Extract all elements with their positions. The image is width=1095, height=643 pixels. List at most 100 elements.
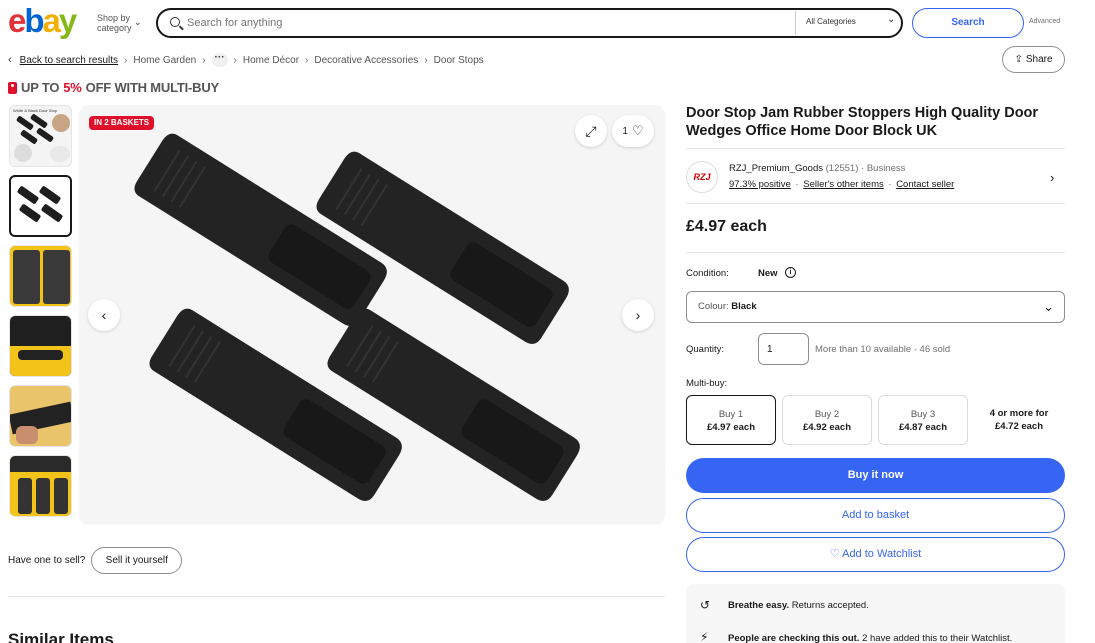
quantity-input[interactable] [758, 333, 809, 365]
multibuy-qty: Buy 1 [718, 409, 744, 420]
condition-value: New [758, 268, 778, 279]
multibuy-label: Multi-buy: [686, 378, 728, 389]
breadcrumb-item[interactable]: Home Décor [243, 55, 299, 66]
divider [8, 596, 665, 597]
chevron-right-icon: › [305, 54, 309, 66]
multibuy-qty: 4 or more for [989, 408, 1049, 419]
chevron-left-icon: ‹ [101, 307, 107, 323]
chevron-right-icon: › [424, 54, 428, 66]
price-tag-icon [8, 81, 17, 94]
colour-select[interactable]: Colour: Black ⌄ [686, 291, 1065, 323]
seller-links: 97.3% positive · Seller's other items · … [729, 179, 954, 190]
chevron-down-icon: ⌄ [1043, 299, 1054, 314]
door-stops-image [134, 133, 580, 501]
quantity-availability: More than 10 available · 46 sold [815, 344, 951, 355]
thumbnail-6[interactable] [9, 455, 72, 517]
quantity-label: Quantity: [686, 344, 725, 355]
chevron-right-icon: › [635, 307, 641, 323]
thumbnail-4[interactable] [9, 315, 72, 377]
divider [686, 203, 1065, 204]
share-label: Share [1025, 54, 1053, 65]
search-bar: All Categories ⌄ [156, 8, 903, 38]
breadcrumb-item[interactable]: Door Stops [434, 55, 484, 66]
share-icon: ⇪ [1014, 54, 1023, 65]
logo-a: a [42, 2, 61, 39]
chevron-right-icon: › [202, 54, 206, 66]
divider [686, 252, 1065, 253]
return-arrow-icon: ↺ [700, 598, 711, 612]
chevron-right-icon[interactable]: › [1050, 170, 1054, 185]
thumbnail-2[interactable] [9, 175, 72, 237]
breadcrumb-item[interactable]: Home Garden [133, 55, 196, 66]
seller-name[interactable]: RZJ_Premium_Goods [729, 163, 823, 174]
chevron-right-icon: › [233, 54, 237, 66]
multibuy-qty: Buy 3 [910, 409, 936, 420]
logo-y: y [58, 2, 77, 39]
add-to-basket-button[interactable]: Add to basket [686, 498, 1065, 533]
checking-rest: 2 have added this to their Watchlist. [859, 633, 1013, 643]
thumbnail-5[interactable] [9, 385, 72, 447]
promo-banner: UP TO 5% OFF WITH MULTI-BUY [8, 80, 219, 95]
watch-heart-button[interactable]: 1 ♡ [612, 115, 654, 147]
thumbnail-1[interactable]: White & Black Door Stop [9, 105, 72, 167]
chevron-left-icon[interactable]: ‹ [8, 54, 12, 66]
condition-label: Condition: [686, 268, 729, 279]
shop-by-line1: Shop by [97, 13, 131, 23]
sell-prompt: Have one to sell? [8, 555, 86, 566]
promo-prefix: UP TO [21, 80, 60, 95]
info-icon[interactable]: i [785, 267, 796, 278]
returns-rest: Returns accepted. [789, 600, 869, 611]
sell-it-yourself-button[interactable]: Sell it yourself [91, 547, 183, 574]
separator-dot: · [795, 179, 799, 190]
multibuy-option[interactable]: Buy 2 £4.92 each [782, 395, 872, 445]
promo-percent: 5% [63, 80, 82, 95]
ebay-logo[interactable]: ebay [8, 2, 77, 39]
breadcrumb-more-button[interactable]: ··· [211, 53, 228, 67]
advanced-search-link[interactable]: Advanced [1029, 18, 1060, 25]
thumbnail-strip: White & Black Door Stop [9, 105, 73, 525]
colour-label: Colour: [698, 301, 729, 312]
thumbnail-3[interactable] [9, 245, 72, 307]
chevron-right-icon: › [124, 54, 128, 66]
main-product-image[interactable]: IN 2 BASKETS ⤢ 1 ♡ ‹ › [79, 105, 665, 525]
contact-seller-link[interactable]: Contact seller [896, 179, 954, 190]
shop-by-line2: category [97, 23, 132, 33]
seller-other-items-link[interactable]: Seller's other items [803, 179, 883, 190]
search-input[interactable] [187, 14, 787, 32]
shop-by-category[interactable]: Shop by category [97, 13, 132, 33]
watch-count: 1 [622, 125, 628, 137]
multibuy-option[interactable]: Buy 1 £4.97 each [686, 395, 776, 445]
seller-avatar[interactable]: RZJ [686, 161, 718, 193]
add-to-watchlist-button[interactable]: ♡ Add to Watchlist [686, 537, 1065, 572]
colour-value: Black [731, 301, 757, 312]
seller-info: RZJ_Premium_Goods (12551) · Business [729, 163, 905, 174]
multibuy-qty: Buy 2 [814, 409, 840, 420]
seller-positive-link[interactable]: 97.3% positive [729, 179, 791, 190]
search-button[interactable]: Search [912, 8, 1024, 38]
multibuy-price: £4.87 each [898, 422, 948, 433]
multibuy-price: £4.92 each [802, 422, 852, 433]
price: £4.97 each [686, 218, 767, 235]
breadcrumb-item[interactable]: Decorative Accessories [314, 55, 418, 66]
category-select[interactable]: All Categories [806, 17, 856, 26]
chevron-down-icon: ⌄ [134, 17, 142, 27]
chevron-down-icon: ⌄ [887, 14, 896, 25]
thumbnail-caption: White & Black Door Stop [13, 108, 58, 113]
back-to-search-link[interactable]: Back to search results [20, 55, 118, 66]
multibuy-option[interactable]: Buy 3 £4.87 each [878, 395, 968, 445]
multibuy-option[interactable]: 4 or more for £4.72 each [974, 395, 1064, 445]
in-baskets-badge: IN 2 BASKETS [89, 116, 155, 130]
checking-bold: People are checking this out. [728, 633, 860, 643]
multibuy-price: £4.72 each [994, 421, 1044, 432]
prev-image-button[interactable]: ‹ [88, 299, 120, 331]
lightning-icon: ⚡ [700, 630, 709, 643]
next-image-button[interactable]: › [622, 299, 654, 331]
divider [795, 11, 796, 35]
expand-image-button[interactable]: ⤢ [575, 115, 607, 147]
share-button[interactable]: ⇪ Share [1002, 46, 1065, 73]
info-box: ↺ Breathe easy. Returns accepted. ⚡ Peop… [686, 584, 1065, 643]
search-icon [170, 17, 180, 27]
divider [686, 148, 1065, 149]
buy-it-now-button[interactable]: Buy it now [686, 458, 1065, 493]
breadcrumb: ‹ Back to search results › Home Garden ›… [8, 53, 484, 67]
